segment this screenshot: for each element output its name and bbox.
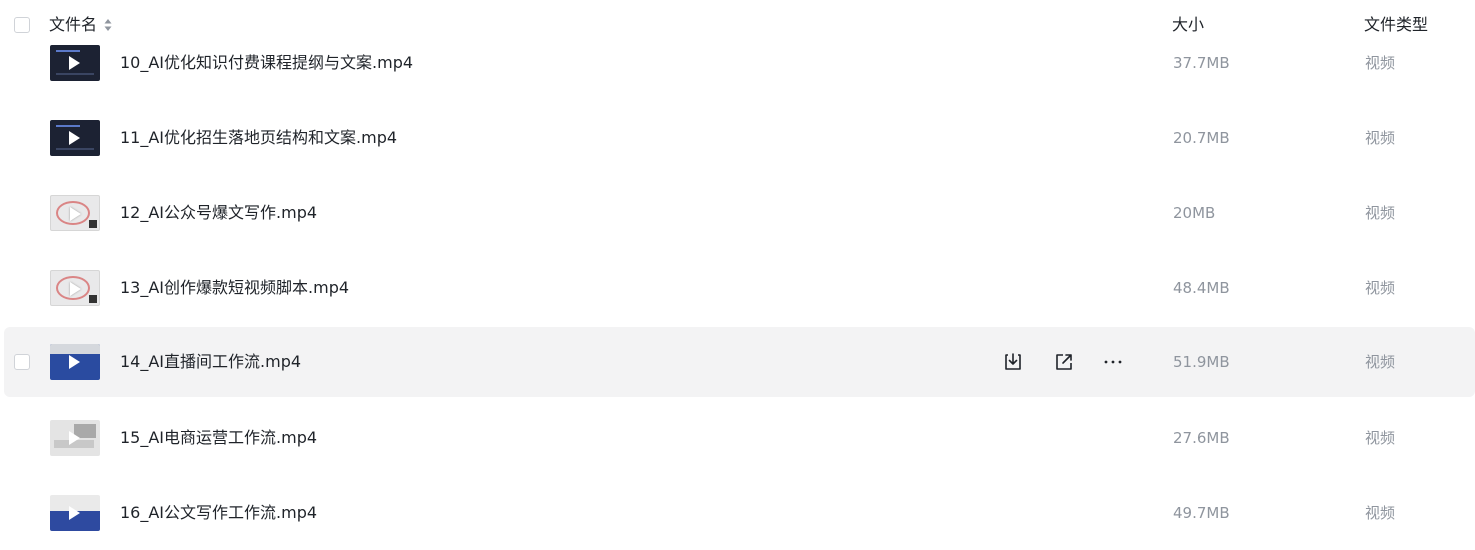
video-thumbnail: [50, 270, 100, 306]
file-name[interactable]: 11_AI优化招生落地页结构和文案.mp4: [120, 127, 397, 149]
file-name[interactable]: 16_AI公文写作工作流.mp4: [120, 502, 317, 524]
video-thumbnail: [50, 495, 100, 531]
file-name[interactable]: 13_AI创作爆款短视频脚本.mp4: [120, 277, 349, 299]
file-row[interactable]: 13_AI创作爆款短视频脚本.mp4 48.4MB 视频: [4, 253, 1475, 323]
play-icon: [69, 431, 80, 445]
file-type: 视频: [1365, 353, 1396, 371]
download-button[interactable]: [1002, 351, 1024, 373]
file-size: 37.7MB: [1173, 54, 1230, 72]
file-size: 51.9MB: [1173, 353, 1230, 371]
video-thumbnail: [50, 195, 100, 231]
play-icon: [69, 506, 80, 520]
download-icon: [1005, 353, 1021, 370]
more-icon: [1104, 360, 1122, 364]
video-thumbnail: [50, 420, 100, 456]
video-thumbnail: [50, 45, 100, 81]
file-row[interactable]: 15_AI电商运营工作流.mp4 27.6MB 视频: [4, 403, 1475, 473]
file-type: 视频: [1365, 504, 1396, 522]
file-size: 27.6MB: [1173, 429, 1230, 447]
file-size: 49.7MB: [1173, 504, 1230, 522]
file-type: 视频: [1365, 279, 1396, 297]
file-type: 视频: [1365, 129, 1396, 147]
video-thumbnail: [50, 344, 100, 380]
file-type: 视频: [1365, 429, 1396, 447]
more-button[interactable]: [1102, 351, 1124, 373]
file-name[interactable]: 10_AI优化知识付费课程提纲与文案.mp4: [120, 52, 413, 74]
file-row[interactable]: 12_AI公众号爆文写作.mp4 20MB 视频: [4, 178, 1475, 248]
file-type: 视频: [1365, 54, 1396, 72]
play-icon: [69, 56, 80, 70]
video-thumbnail: [50, 120, 100, 156]
play-icon: [70, 282, 81, 296]
file-row[interactable]: 10_AI优化知识付费课程提纲与文案.mp4 37.7MB 视频: [4, 28, 1475, 98]
file-row[interactable]: 11_AI优化招生落地页结构和文案.mp4 20.7MB 视频: [4, 103, 1475, 173]
file-type: 视频: [1365, 204, 1396, 222]
share-icon: [1056, 354, 1072, 370]
play-icon: [70, 207, 81, 221]
file-row-hovered[interactable]: 14_AI直播间工作流.mp4 51.9MB 视频: [4, 327, 1475, 397]
play-icon: [69, 131, 80, 145]
share-button[interactable]: [1053, 351, 1075, 373]
play-icon: [69, 355, 80, 369]
file-row[interactable]: 16_AI公文写作工作流.mp4 49.7MB 视频: [4, 478, 1475, 548]
file-name[interactable]: 12_AI公众号爆文写作.mp4: [120, 202, 317, 224]
file-size: 20.7MB: [1173, 129, 1230, 147]
file-size: 20MB: [1173, 204, 1216, 222]
file-name[interactable]: 14_AI直播间工作流.mp4: [120, 351, 301, 373]
file-size: 48.4MB: [1173, 279, 1230, 297]
row-checkbox[interactable]: [14, 354, 30, 370]
file-name[interactable]: 15_AI电商运营工作流.mp4: [120, 427, 317, 449]
